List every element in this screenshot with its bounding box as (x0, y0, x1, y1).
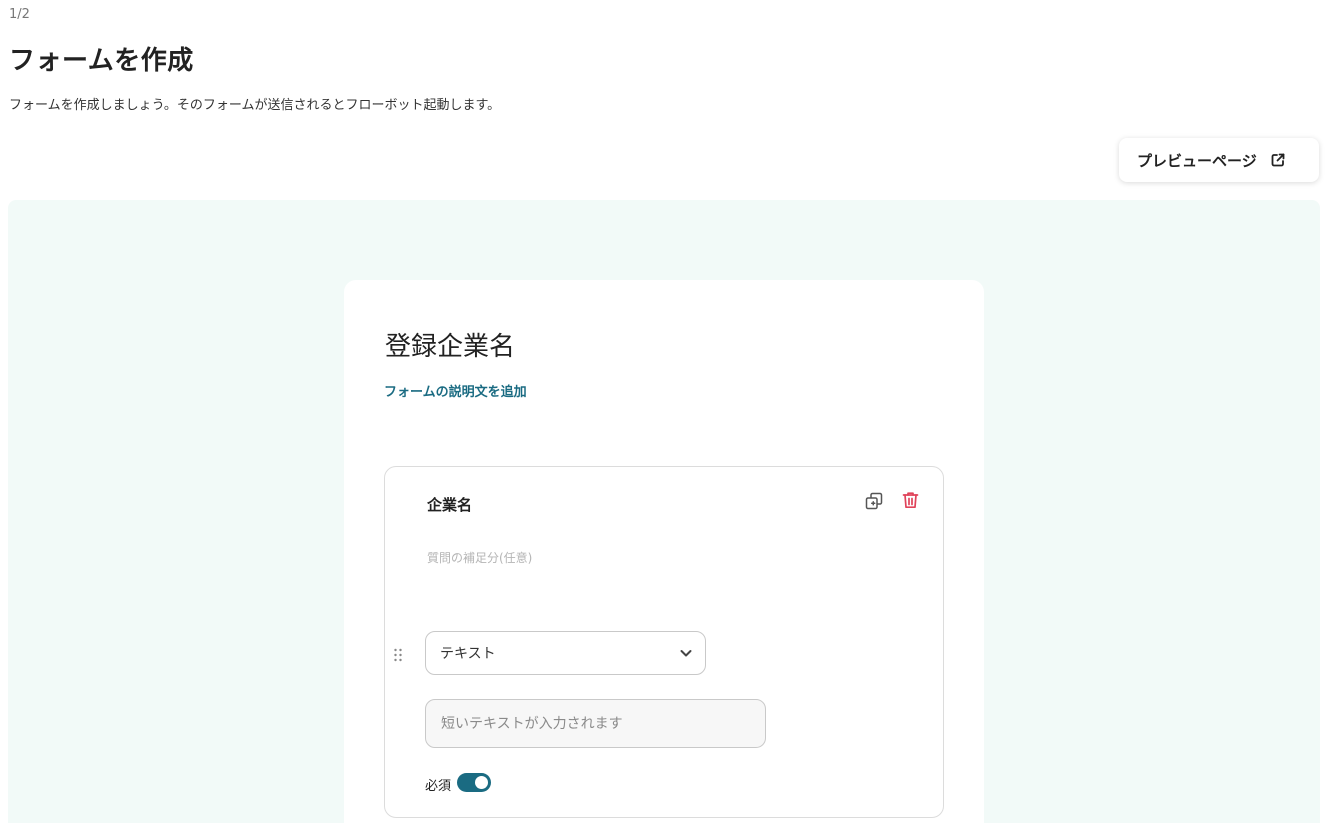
page-title: フォームを作成 (9, 46, 194, 76)
step-indicator: 1/2 (9, 7, 30, 22)
add-form-description-link[interactable]: フォームの説明文を追加 (384, 381, 527, 400)
question-type-value: テキスト (440, 646, 496, 662)
drag-handle-icon[interactable] (393, 647, 403, 663)
form-card: 登録企業名 フォームの説明文を追加 企業名 質問の補足分(任意) テキスト 短い… (344, 280, 984, 823)
toggle-knob (475, 776, 488, 789)
chevron-down-icon (679, 646, 693, 660)
question-title[interactable]: 企業名 (427, 494, 472, 515)
form-title[interactable]: 登録企業名 (385, 326, 515, 363)
question-type-select[interactable]: テキスト (425, 631, 706, 675)
question-card: 企業名 質問の補足分(任意) テキスト 短いテキストが入力されます 必須 (384, 466, 944, 818)
form-builder-page: 1/2 フォームを作成 フォームを作成しましょう。そのフォームが送信されるとフロ… (0, 0, 1326, 823)
external-link-icon (1270, 152, 1286, 168)
trash-icon[interactable] (900, 490, 920, 510)
answer-preview-input[interactable] (425, 699, 766, 748)
required-toggle[interactable] (457, 773, 491, 792)
preview-page-label: プレビューページ (1137, 151, 1257, 170)
copy-icon[interactable] (864, 491, 884, 511)
page-description: フォームを作成しましょう。そのフォームが送信されるとフローボット起動します。 (9, 98, 501, 113)
question-hint-field[interactable]: 質問の補足分(任意) (427, 549, 532, 566)
required-label: 必須 (425, 779, 452, 794)
preview-page-button[interactable]: プレビューページ (1119, 138, 1319, 182)
